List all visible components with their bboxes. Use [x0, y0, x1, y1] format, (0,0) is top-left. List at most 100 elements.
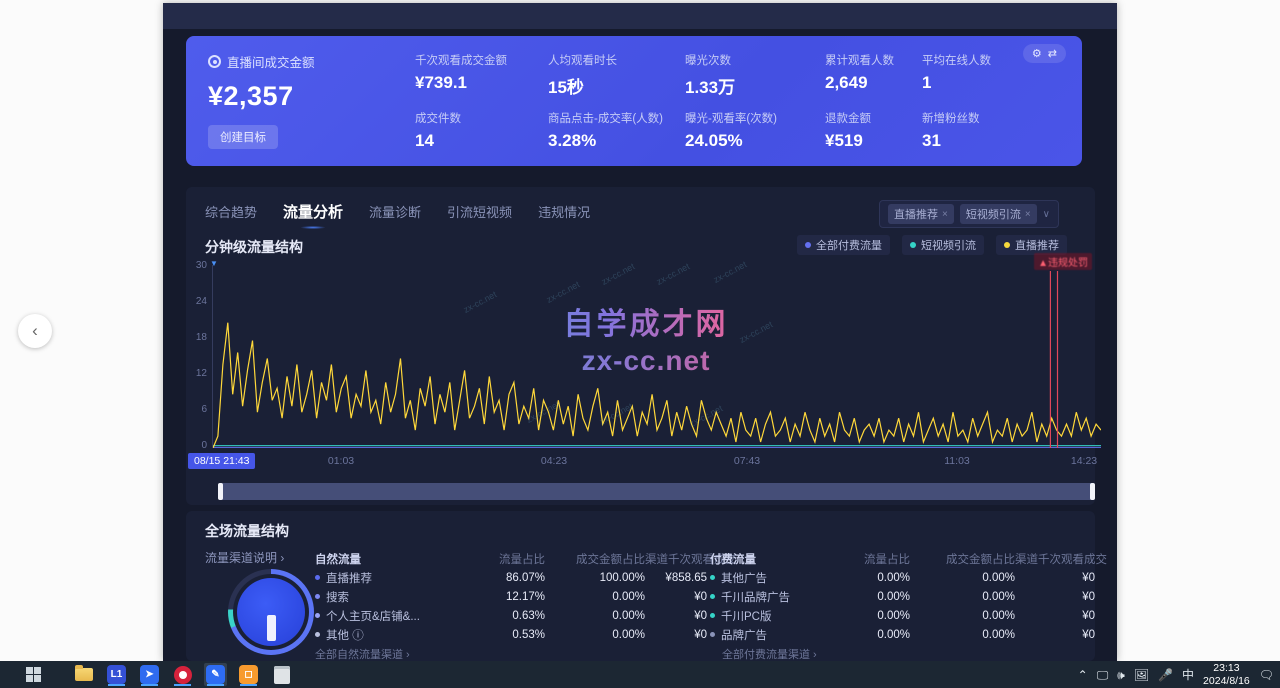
metric-cell: 人均观看时长 15秒 — [548, 52, 698, 98]
table-row: 个人主页&店铺&...0.63%0.00%¥0 — [315, 606, 707, 625]
channel-name: 其他广告 — [721, 570, 767, 586]
share-value: 0.00% — [828, 629, 910, 641]
active-app-icon[interactable]: ✎ — [204, 663, 227, 686]
gmv-share-value: 0.00% — [910, 591, 1015, 603]
metric-label: 千次观看成交金额 — [415, 52, 565, 68]
tray-chevron-up-icon[interactable]: ⌃ — [1078, 669, 1088, 681]
y-tick: 0 — [181, 440, 207, 451]
taskbar-clock[interactable]: 23:13 2024/8/16 — [1203, 662, 1250, 687]
table-header: 自然流量流量占比成交金额占比渠道千次观看成交 — [315, 549, 707, 568]
scroll-left-button[interactable]: ‹ — [18, 314, 52, 348]
legend-label: 直播推荐 — [1015, 237, 1059, 253]
paid-traffic-table: 付费流量流量占比成交金额占比渠道千次观看成交其他广告0.00%0.00%¥0千川… — [710, 549, 1095, 644]
channel-name: 千川品牌广告 — [721, 589, 790, 605]
table-row: 千川PC版0.00%0.00%¥0 — [710, 606, 1095, 625]
tab-flow-diagnosis[interactable]: 流量诊断 — [369, 202, 421, 221]
legend-item-recommend[interactable]: 直播推荐 — [996, 235, 1067, 255]
tray-photo-icon[interactable]: 🖼 — [1134, 669, 1149, 681]
x-tick: 01:03 — [328, 455, 354, 467]
x-tick: 11:03 — [944, 455, 970, 467]
share-value: 0.00% — [828, 610, 910, 622]
share-value: 0.00% — [828, 572, 910, 584]
rpm-value: ¥0 — [1015, 572, 1095, 584]
tray-volume-icon[interactable]: 🕪 — [1117, 669, 1125, 681]
gmv-share-value: 0.00% — [545, 629, 645, 641]
share-value: 0.00% — [828, 591, 910, 603]
notification-chat-icon[interactable]: 🗨 — [1259, 669, 1274, 681]
metric-value: ¥739.1 — [415, 73, 565, 93]
channel-filter-select[interactable]: 直播推荐 × 短视频引流 × ∨ — [879, 200, 1059, 228]
windows-logo-icon — [26, 667, 42, 683]
rpm-value: ¥0 — [1015, 591, 1095, 603]
gmv-share-value: 0.00% — [910, 572, 1015, 584]
all-natural-channels-link[interactable]: 全部自然流量渠道 › — [315, 646, 410, 662]
table-row: 搜索12.17%0.00%¥0 — [315, 587, 707, 606]
primary-metric-value: ¥2,357 — [208, 81, 315, 112]
metric-label: 成交件数 — [415, 110, 565, 126]
legend-label: 短视频引流 — [921, 237, 976, 253]
tab-short-video[interactable]: 引流短视频 — [447, 202, 512, 221]
filter-tag-label: 直播推荐 — [894, 206, 938, 222]
close-icon[interactable]: × — [942, 209, 948, 220]
create-goal-button[interactable]: 创建目标 — [208, 125, 278, 149]
windows-taskbar: L1 ➤ ✎ ◻ ⌃ 🖵 🕪 🖼 🎤 中 23:13 2024/8/16 🗨 — [0, 661, 1280, 688]
legend-dot — [805, 242, 811, 248]
file-explorer-icon[interactable] — [72, 663, 95, 686]
notepad-icon[interactable] — [270, 663, 293, 686]
tab-flow-analysis[interactable]: 流量分析 — [283, 201, 343, 222]
x-axis: 08/15 21:43 01:03 04:23 07:43 11:03 14:2… — [212, 455, 1100, 471]
all-paid-channels-link[interactable]: 全部付费流量渠道 › — [722, 646, 817, 662]
chevron-down-icon[interactable]: ∨ — [1043, 209, 1050, 220]
close-icon[interactable]: × — [1025, 209, 1031, 220]
metric-cell: 曝光次数 1.33万 — [685, 52, 835, 98]
flow-chart-canvas — [213, 265, 1101, 448]
minute-flow-chart: ▼ 30 24 18 12 6 0 ▲违规处罚 — [212, 265, 1100, 448]
tab-overall-trend[interactable]: 综合趋势 — [205, 202, 257, 221]
data-zoom-slider[interactable] — [218, 483, 1095, 500]
tray-display-icon[interactable]: 🖵 — [1097, 669, 1109, 681]
x-tick: 04:23 — [541, 455, 567, 467]
gmv-share-value: 100.00% — [545, 572, 645, 584]
target-icon — [208, 55, 221, 68]
legend-dot — [910, 242, 916, 248]
legend-item-shortvideo[interactable]: 短视频引流 — [902, 235, 984, 255]
app-l1-icon[interactable]: L1 — [105, 663, 128, 686]
filter-tag[interactable]: 短视频引流 × — [960, 204, 1037, 224]
channel-dot — [315, 575, 320, 580]
violation-annotation: ▲违规处罚 — [1034, 253, 1092, 270]
slider-handle-left[interactable] — [218, 483, 223, 500]
metric-value: 14 — [415, 131, 565, 151]
channel-name: 千川PC版 — [721, 608, 771, 624]
system-tray: ⌃ 🖵 🕪 🖼 🎤 中 23:13 2024/8/16 🗨 — [1078, 661, 1274, 688]
overall-flow-panel: 全场流量结构 流量渠道说明 › 自然流量流量占比成交金额占比渠道千次观看成交直播… — [186, 511, 1095, 661]
legend-item-paid[interactable]: 全部付费流量 — [797, 235, 890, 255]
metric-label: 曝光-观看率(次数) — [685, 110, 835, 126]
clock-date: 2024/8/16 — [1203, 675, 1250, 687]
channel-name: 个人主页&店铺&... — [326, 608, 420, 624]
chart-legend: 全部付费流量 短视频引流 直播推荐 — [797, 235, 1067, 255]
channel-note-link[interactable]: 流量渠道说明 › — [205, 549, 284, 566]
app-plane-icon[interactable]: ➤ — [138, 663, 161, 686]
gmv-share-value: 0.00% — [910, 610, 1015, 622]
gmv-share-value: 0.00% — [910, 629, 1015, 641]
start-button[interactable] — [22, 663, 45, 686]
rpm-value: ¥0 — [1015, 610, 1095, 622]
tray-mic-icon[interactable]: 🎤 — [1158, 669, 1173, 681]
channel-name: 直播推荐 — [326, 570, 372, 586]
tab-violations[interactable]: 违规情况 — [538, 202, 590, 221]
minute-chart-title: 分钟级流量结构 — [205, 237, 303, 257]
y-tick: 18 — [181, 332, 207, 343]
filter-tag[interactable]: 直播推荐 × — [888, 204, 954, 224]
channel-dot — [315, 594, 320, 599]
swap-icon[interactable]: ⇄ — [1048, 47, 1057, 60]
metric-cell: 千次观看成交金额 ¥739.1 — [415, 52, 565, 93]
browser-red-icon[interactable] — [171, 663, 194, 686]
x-tick-start-chip: 08/15 21:43 — [188, 453, 255, 469]
table-header: 付费流量流量占比成交金额占比渠道千次观看成交 — [710, 549, 1095, 568]
app-orange-icon[interactable]: ◻ — [237, 663, 260, 686]
y-tick: 30 — [181, 260, 207, 271]
slider-handle-right[interactable] — [1090, 483, 1095, 500]
gear-icon[interactable]: ⚙ — [1032, 47, 1042, 60]
ime-indicator[interactable]: 中 — [1182, 666, 1194, 683]
table-row: 千川品牌广告0.00%0.00%¥0 — [710, 587, 1095, 606]
